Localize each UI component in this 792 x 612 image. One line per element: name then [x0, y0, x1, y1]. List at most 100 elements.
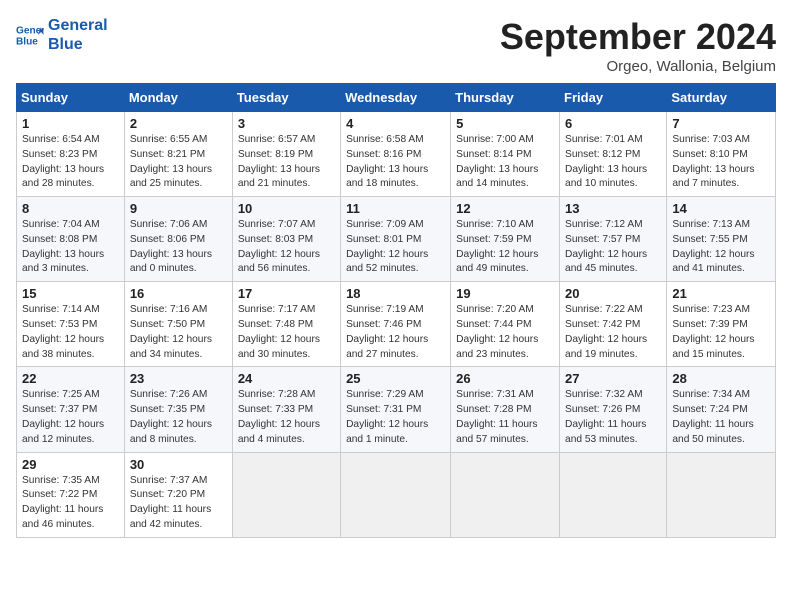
weekday-header-friday: Friday	[560, 84, 667, 112]
day-number: 21	[672, 286, 770, 301]
day-number: 13	[565, 201, 661, 216]
calendar-table: SundayMondayTuesdayWednesdayThursdayFrid…	[16, 83, 776, 538]
day-info: Sunrise: 7:34 AM Sunset: 7:24 PM Dayligh…	[672, 388, 770, 447]
weekday-header-thursday: Thursday	[451, 84, 560, 112]
day-number: 22	[22, 371, 119, 386]
calendar-cell	[667, 452, 776, 537]
calendar-cell: 23Sunrise: 7:26 AM Sunset: 7:35 PM Dayli…	[124, 367, 232, 452]
calendar-cell: 8Sunrise: 7:04 AM Sunset: 8:08 PM Daylig…	[17, 197, 125, 282]
header: General Blue General Blue September 2024…	[16, 16, 776, 75]
logo: General Blue General Blue	[16, 16, 108, 54]
week-row-5: 29 Sunrise: 7:35 AM Sunset: 7:22 PM Dayli…	[17, 452, 776, 537]
calendar-cell: 9 Sunrise: 7:06 AM Sunset: 8:06 PM Daylig…	[124, 197, 232, 282]
calendar-cell	[560, 452, 667, 537]
day-number: 26	[456, 371, 554, 386]
calendar-cell: 13 Sunrise: 7:12 AM Sunset: 7:57 PM Dayli…	[560, 197, 667, 282]
calendar-cell: 26 Sunrise: 7:31 AM Sunset: 7:28 PM Dayli…	[451, 367, 560, 452]
day-info: Sunrise: 7:00 AM Sunset: 8:14 PM Dayligh…	[456, 133, 554, 192]
calendar-cell: 25 Sunrise: 7:29 AM Sunset: 7:31 PM Dayli…	[341, 367, 451, 452]
day-number: 1	[22, 116, 119, 131]
day-number: 29	[22, 457, 119, 472]
location-title: Orgeo, Wallonia, Belgium	[500, 58, 776, 75]
calendar-cell: 21 Sunrise: 7:23 AM Sunset: 7:39 PM Dayli…	[667, 282, 776, 367]
svg-text:Blue: Blue	[16, 37, 38, 48]
day-number: 18	[346, 286, 445, 301]
day-number: 25	[346, 371, 445, 386]
day-info: Sunrise: 7:09 AM Sunset: 8:01 PM Dayligh…	[346, 218, 445, 277]
weekday-header-saturday: Saturday	[667, 84, 776, 112]
day-number: 30	[130, 457, 227, 472]
day-number: 9	[130, 201, 227, 216]
logo-icon: General Blue	[16, 21, 44, 49]
day-number: 6	[565, 116, 661, 131]
day-info: Sunrise: 7:07 AM Sunset: 8:03 PM Dayligh…	[238, 218, 335, 277]
day-info: Sunrise: 7:14 AM Sunset: 7:53 PM Dayligh…	[22, 303, 119, 362]
day-info: Sunrise: 7:01 AM Sunset: 8:12 PM Dayligh…	[565, 133, 661, 192]
day-info: Sunrise: 7:31 AM Sunset: 7:28 PM Dayligh…	[456, 388, 554, 447]
week-row-2: 8Sunrise: 7:04 AM Sunset: 8:08 PM Daylig…	[17, 197, 776, 282]
day-number: 7	[672, 116, 770, 131]
calendar-cell: 10 Sunrise: 7:07 AM Sunset: 8:03 PM Dayli…	[232, 197, 340, 282]
day-info: Sunrise: 7:04 AM Sunset: 8:08 PM Dayligh…	[22, 218, 119, 277]
day-info: Sunrise: 6:55 AM Sunset: 8:21 PM Dayligh…	[130, 133, 227, 192]
day-info: Sunrise: 7:12 AM Sunset: 7:57 PM Dayligh…	[565, 218, 661, 277]
calendar-cell: 2Sunrise: 6:55 AM Sunset: 8:21 PM Daylig…	[124, 112, 232, 197]
day-info: Sunrise: 7:28 AM Sunset: 7:33 PM Dayligh…	[238, 388, 335, 447]
weekday-header-tuesday: Tuesday	[232, 84, 340, 112]
day-info: Sunrise: 7:37 AM Sunset: 7:20 PM Dayligh…	[130, 474, 227, 533]
calendar-cell: 29 Sunrise: 7:35 AM Sunset: 7:22 PM Dayli…	[17, 452, 125, 537]
calendar-cell	[341, 452, 451, 537]
calendar-cell	[451, 452, 560, 537]
day-info: Sunrise: 6:54 AM Sunset: 8:23 PM Dayligh…	[22, 133, 119, 192]
month-title: September 2024	[500, 16, 776, 58]
calendar-cell: 12 Sunrise: 7:10 AM Sunset: 7:59 PM Dayli…	[451, 197, 560, 282]
title-block: September 2024 Orgeo, Wallonia, Belgium	[500, 16, 776, 75]
day-number: 5	[456, 116, 554, 131]
day-info: Sunrise: 7:35 AM Sunset: 7:22 PM Dayligh…	[22, 474, 119, 533]
weekday-header-wednesday: Wednesday	[341, 84, 451, 112]
day-info: Sunrise: 7:13 AM Sunset: 7:55 PM Dayligh…	[672, 218, 770, 277]
day-number: 17	[238, 286, 335, 301]
day-number: 3	[238, 116, 335, 131]
week-row-4: 22 Sunrise: 7:25 AM Sunset: 7:37 PM Dayli…	[17, 367, 776, 452]
day-number: 4	[346, 116, 445, 131]
calendar-cell: 11 Sunrise: 7:09 AM Sunset: 8:01 PM Dayli…	[341, 197, 451, 282]
weekday-header-monday: Monday	[124, 84, 232, 112]
weekday-header-sunday: Sunday	[17, 84, 125, 112]
day-number: 15	[22, 286, 119, 301]
day-info: Sunrise: 6:57 AM Sunset: 8:19 PM Dayligh…	[238, 133, 335, 192]
day-info: Sunrise: 7:16 AM Sunset: 7:50 PM Dayligh…	[130, 303, 227, 362]
day-info: Sunrise: 7:29 AM Sunset: 7:31 PM Dayligh…	[346, 388, 445, 447]
calendar-cell: 3 Sunrise: 6:57 AM Sunset: 8:19 PM Daylig…	[232, 112, 340, 197]
day-info: Sunrise: 7:23 AM Sunset: 7:39 PM Dayligh…	[672, 303, 770, 362]
day-number: 24	[238, 371, 335, 386]
calendar-cell: 15 Sunrise: 7:14 AM Sunset: 7:53 PM Dayli…	[17, 282, 125, 367]
day-number: 10	[238, 201, 335, 216]
calendar-cell: 17 Sunrise: 7:17 AM Sunset: 7:48 PM Dayli…	[232, 282, 340, 367]
calendar-cell: 20 Sunrise: 7:22 AM Sunset: 7:42 PM Dayli…	[560, 282, 667, 367]
logo-general: General	[48, 16, 108, 35]
calendar-cell: 1 Sunrise: 6:54 AM Sunset: 8:23 PM Daylig…	[17, 112, 125, 197]
day-number: 14	[672, 201, 770, 216]
day-info: Sunrise: 6:58 AM Sunset: 8:16 PM Dayligh…	[346, 133, 445, 192]
day-info: Sunrise: 7:06 AM Sunset: 8:06 PM Dayligh…	[130, 218, 227, 277]
calendar-cell	[232, 452, 340, 537]
day-info: Sunrise: 7:22 AM Sunset: 7:42 PM Dayligh…	[565, 303, 661, 362]
day-number: 16	[130, 286, 227, 301]
day-number: 11	[346, 201, 445, 216]
calendar-cell: 27 Sunrise: 7:32 AM Sunset: 7:26 PM Dayli…	[560, 367, 667, 452]
day-number: 27	[565, 371, 661, 386]
calendar-cell: 18Sunrise: 7:19 AM Sunset: 7:46 PM Dayli…	[341, 282, 451, 367]
week-row-3: 15 Sunrise: 7:14 AM Sunset: 7:53 PM Dayli…	[17, 282, 776, 367]
day-info: Sunrise: 7:25 AM Sunset: 7:37 PM Dayligh…	[22, 388, 119, 447]
day-info: Sunrise: 7:32 AM Sunset: 7:26 PM Dayligh…	[565, 388, 661, 447]
day-info: Sunrise: 7:20 AM Sunset: 7:44 PM Dayligh…	[456, 303, 554, 362]
day-number: 20	[565, 286, 661, 301]
calendar-cell: 19Sunrise: 7:20 AM Sunset: 7:44 PM Dayli…	[451, 282, 560, 367]
day-number: 12	[456, 201, 554, 216]
calendar-cell: 28Sunrise: 7:34 AM Sunset: 7:24 PM Dayli…	[667, 367, 776, 452]
day-info: Sunrise: 7:26 AM Sunset: 7:35 PM Dayligh…	[130, 388, 227, 447]
day-info: Sunrise: 7:17 AM Sunset: 7:48 PM Dayligh…	[238, 303, 335, 362]
calendar-cell: 6 Sunrise: 7:01 AM Sunset: 8:12 PM Daylig…	[560, 112, 667, 197]
day-info: Sunrise: 7:10 AM Sunset: 7:59 PM Dayligh…	[456, 218, 554, 277]
